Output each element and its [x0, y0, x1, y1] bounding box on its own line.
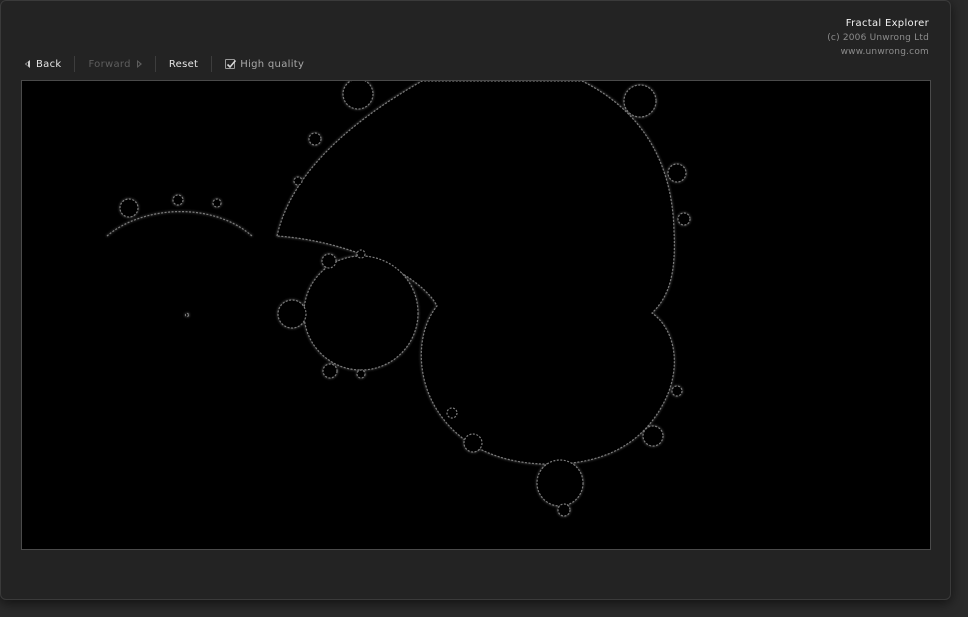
forward-label: Forward	[88, 58, 131, 70]
toolbar: Back Forward Reset High quality	[23, 55, 306, 73]
high-quality-toggle[interactable]: High quality	[223, 55, 306, 73]
back-button[interactable]: Back	[23, 55, 63, 73]
reset-label: Reset	[168, 58, 199, 70]
branding: Fractal Explorer (c) 2006 Unwrong Ltd ww…	[827, 17, 929, 59]
toolbar-divider	[154, 56, 156, 72]
reset-button[interactable]: Reset	[167, 55, 200, 73]
fractal-image	[22, 81, 930, 549]
copyright-text: (c) 2006 Unwrong Ltd	[827, 33, 929, 43]
high-quality-label: High quality	[240, 58, 305, 70]
triangle-right-icon	[136, 60, 142, 68]
forward-button[interactable]: Forward	[86, 55, 143, 73]
fractal-canvas[interactable]	[21, 80, 931, 550]
toolbar-divider	[74, 56, 76, 72]
triangle-left-icon	[25, 60, 30, 68]
app-title: Fractal Explorer	[845, 18, 929, 29]
checkmark-icon	[227, 59, 237, 69]
high-quality-checkbox[interactable]	[225, 59, 237, 69]
website-link[interactable]: www.unwrong.com	[827, 45, 929, 59]
app-window: Fractal Explorer (c) 2006 Unwrong Ltd ww…	[0, 0, 951, 600]
back-label: Back	[36, 58, 62, 70]
toolbar-divider	[211, 56, 213, 72]
